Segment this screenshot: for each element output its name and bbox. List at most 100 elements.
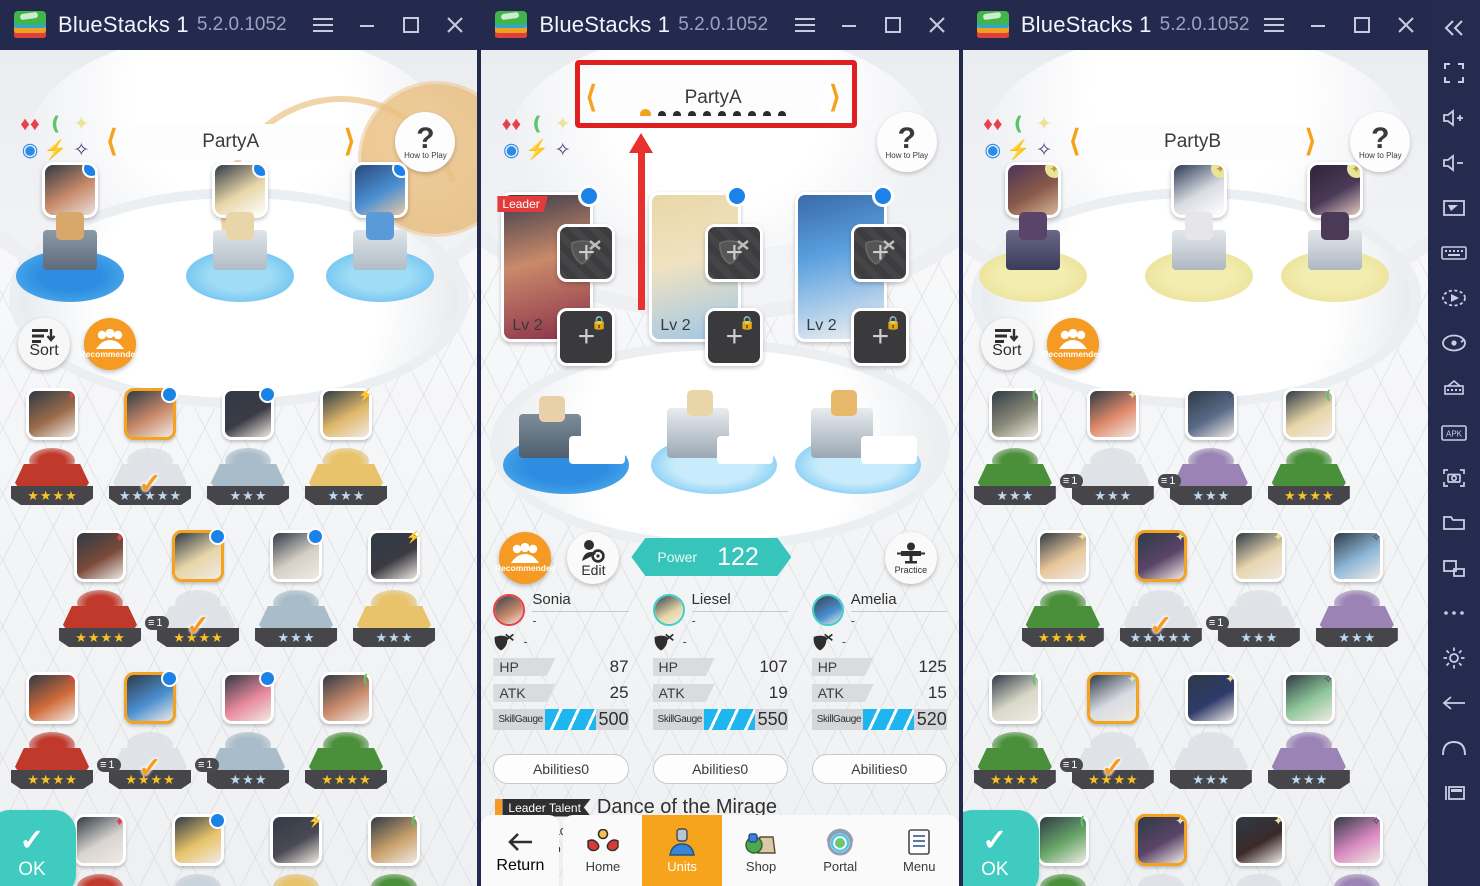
unit-cell[interactable]: ★ ★ ★ ★ ★ ✓	[100, 386, 200, 520]
unit-cell[interactable]: ❪ ★★★★ ≡1	[344, 814, 444, 886]
sort-button[interactable]: Sort	[18, 318, 70, 370]
thunder-icon[interactable]: ⚡	[1006, 138, 1031, 163]
unit-cell[interactable]: ✧ ★ ★ ★ ≡ 1	[1157, 388, 1261, 520]
unit-cell[interactable]: ✦ ★ ★ ★ ★ ★ ✓	[1111, 530, 1211, 662]
abilities-button[interactable]: Abilities0	[811, 754, 947, 784]
macro-record-icon[interactable]	[1434, 278, 1474, 318]
nav-item-home[interactable]: Home	[563, 815, 642, 886]
nav-item-portal[interactable]: Portal	[801, 815, 880, 886]
screenshot-icon[interactable]	[1434, 458, 1474, 498]
unit-cell[interactable]: ✦ ★★★★ ✓	[1111, 814, 1211, 886]
unit-cell[interactable]: ❪ ★★★★	[1259, 388, 1359, 520]
install-apk-icon[interactable]: APK	[1434, 413, 1474, 453]
unit-card[interactable]: ♦	[26, 388, 78, 440]
unit-cell[interactable]: ♦ ★ ★ ★ ★	[50, 530, 150, 662]
unit-card[interactable]	[124, 670, 178, 724]
unit-cell[interactable]: ★ ★ ★ ★ ✓ ≡ 1	[97, 670, 200, 804]
hamburger-icon[interactable]	[301, 0, 345, 50]
volume-up-icon[interactable]	[1434, 98, 1474, 138]
unit-cell[interactable]: ✦ ★★★ ≡1	[1059, 388, 1163, 520]
close-icon[interactable]	[915, 0, 959, 50]
game-controls-icon[interactable]	[1434, 188, 1474, 228]
bottom-nav[interactable]: Return Home Units Shop Portal Menu	[481, 815, 959, 886]
element-filter-group[interactable]: ♦♦ ❪ ✦ ◉ ⚡ ✧	[499, 112, 575, 163]
wind-icon[interactable]: ❪	[44, 112, 68, 137]
back-icon[interactable]	[1434, 683, 1474, 723]
unit-cell[interactable]: ✧ ★★★	[1259, 672, 1359, 804]
unit-cell[interactable]: ★ ★ ★ ≡ 1	[195, 670, 298, 804]
maximize-icon[interactable]	[871, 0, 915, 50]
party-next-icon[interactable]: ⟩	[829, 83, 841, 113]
hamburger-icon[interactable]	[783, 0, 827, 50]
unit-card[interactable]: ♦	[26, 672, 78, 724]
party-page-dot[interactable]	[778, 111, 786, 119]
fire-icon[interactable]: ♦♦	[981, 112, 1005, 137]
party-name-plate[interactable]: PartyA	[118, 124, 344, 160]
party-slot[interactable]: ✦	[1129, 162, 1269, 310]
unit-card[interactable]: ⚡	[270, 814, 323, 866]
recommended-button[interactable]: Recommended	[1042, 318, 1103, 370]
party-selector-3[interactable]: ⟨ PartyB ⟩	[1069, 122, 1316, 162]
party-prev-icon[interactable]: ⟨	[106, 127, 118, 157]
party-page-dot[interactable]	[748, 111, 756, 119]
weapon-equip-slot[interactable]: +	[851, 224, 910, 282]
armor-equip-slot[interactable]: + 🔒	[851, 308, 910, 366]
thunder-icon[interactable]: ⚡	[44, 138, 68, 163]
party-selector-2[interactable]: ⟨ PartyA ⟩	[585, 78, 841, 119]
unit-cell[interactable]: ✧ ★★★	[1307, 814, 1407, 886]
unit-card[interactable]: ❪	[988, 388, 1041, 440]
unit-card[interactable]: ✧	[1330, 814, 1383, 866]
collapse-icon[interactable]	[1434, 8, 1474, 48]
unit-card[interactable]: ❪	[1036, 814, 1089, 866]
thunder-icon[interactable]: ⚡	[525, 138, 549, 163]
unit-cell[interactable]: ✦ ★ ★ ★ ★	[1013, 530, 1113, 662]
minimize-icon[interactable]	[345, 0, 389, 50]
dark-icon[interactable]: ✧	[1032, 138, 1056, 163]
unit-card[interactable]: ✦	[1232, 530, 1285, 582]
unit-card[interactable]: ❪	[320, 672, 372, 724]
unit-cell[interactable]: ⚡ ★★★★	[246, 814, 346, 886]
unit-card[interactable]	[124, 386, 178, 440]
unit-card[interactable]	[222, 386, 276, 440]
nav-return-button[interactable]: Return	[481, 815, 560, 886]
party-page-dot[interactable]	[688, 111, 696, 119]
element-filter-group[interactable]: ♦♦ ❪ ✦ ◉ ⚡ ✧	[981, 112, 1057, 163]
nav-item-menu[interactable]: Menu	[880, 815, 959, 886]
how-to-play-button[interactable]: ? How to Play	[876, 112, 937, 172]
party-prev-icon[interactable]: ⟨	[585, 83, 597, 113]
unit-cell[interactable]: ★ ★ ★	[198, 386, 298, 520]
unit-card[interactable]: ✦	[1134, 530, 1187, 582]
wind-icon[interactable]: ❪	[1006, 112, 1030, 137]
party-page-dot[interactable]	[673, 111, 681, 119]
maximize-icon[interactable]	[389, 0, 433, 50]
weapon-equip-slot[interactable]: +	[705, 224, 764, 282]
unit-card[interactable]	[222, 670, 276, 724]
unit-card[interactable]: ❪	[1282, 388, 1335, 440]
media-folder-icon[interactable]	[1434, 503, 1474, 543]
unit-cell[interactable]: ★ ★ ★ ★ ✓ ≡ 1	[145, 528, 248, 662]
rotate-icon[interactable]	[1434, 323, 1474, 363]
hamburger-icon[interactable]	[1252, 0, 1296, 50]
unit-card[interactable]: ✦	[1086, 388, 1139, 440]
unit-cell[interactable]: ★★★★	[148, 812, 248, 886]
unit-cell[interactable]: ★ ★ ★	[246, 528, 346, 662]
unit-cell[interactable]: ✦ ★ ★ ★ ★ ✓ ≡ 1	[1059, 672, 1163, 804]
party-page-dot[interactable]	[718, 111, 726, 119]
unit-card[interactable]: ❪	[988, 672, 1041, 724]
unit-card[interactable]: ✦	[1184, 672, 1237, 724]
light-icon[interactable]: ✦	[551, 112, 575, 137]
bluestacks-sidebar[interactable]: APK	[1428, 0, 1480, 886]
wind-icon[interactable]: ❪	[525, 112, 549, 137]
unit-cell[interactable]: ❪ ★★★★	[296, 672, 396, 804]
armor-equip-slot[interactable]: + 🔒	[705, 308, 764, 366]
ok-button[interactable]: ✓ OK	[0, 810, 76, 886]
practice-button[interactable]: Practice	[884, 532, 937, 584]
unit-card[interactable]: ✦	[1036, 530, 1089, 582]
unit-cell[interactable]: ✧ ★★★	[1307, 530, 1407, 662]
abilities-row[interactable]: Abilities0 Abilities0 Abilities0	[481, 754, 958, 784]
pip-icon[interactable]	[1434, 548, 1474, 588]
fire-icon[interactable]: ♦♦	[499, 112, 523, 137]
close-icon[interactable]	[433, 0, 477, 50]
unit-card[interactable]: ❪	[368, 814, 420, 866]
unit-card[interactable]: ✧	[1282, 672, 1335, 724]
